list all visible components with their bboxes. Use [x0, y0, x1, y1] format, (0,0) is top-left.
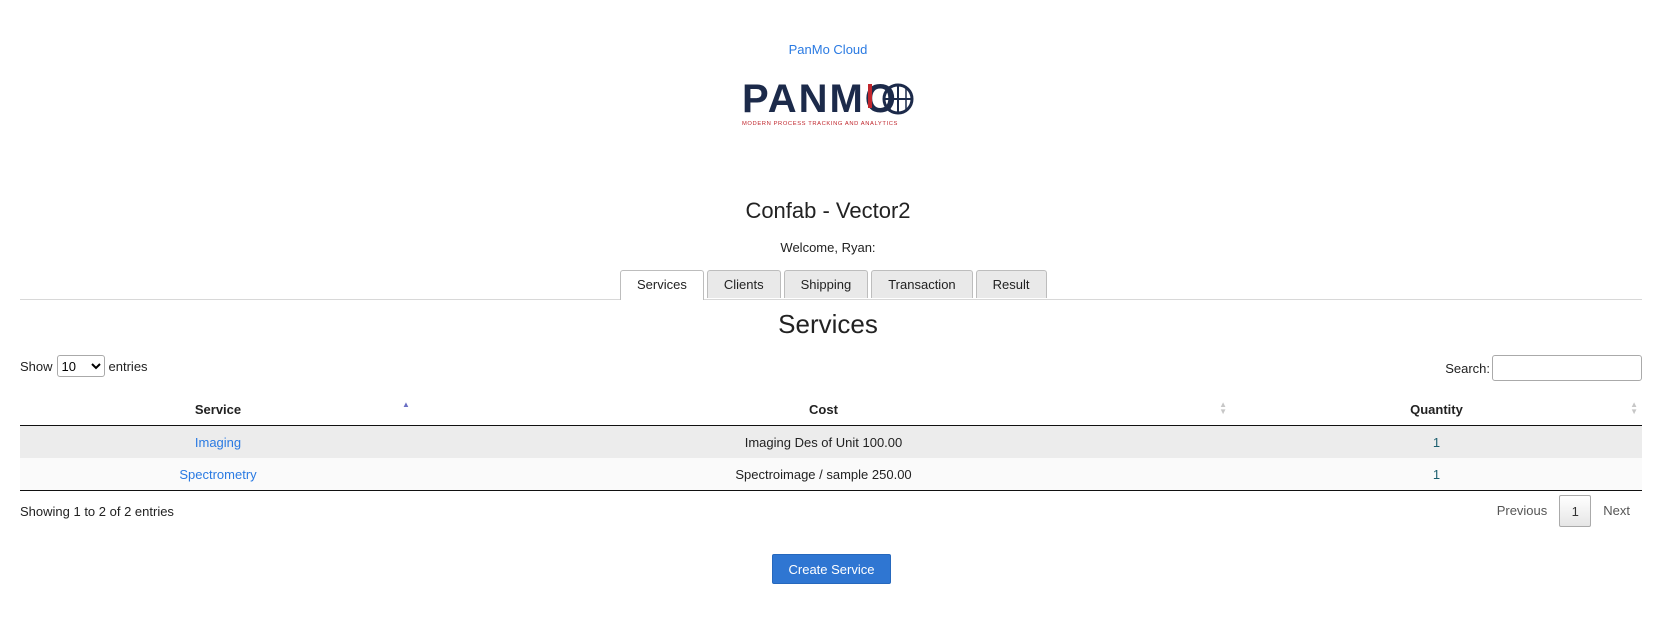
table-row: Spectrometry Spectroimage / sample 250.0…	[20, 458, 1642, 491]
search-input[interactable]	[1492, 355, 1642, 381]
service-link[interactable]: Spectrometry	[179, 467, 256, 482]
quantity-cell: 1	[1231, 458, 1642, 491]
tab-services[interactable]: Services	[620, 270, 704, 300]
column-header-service[interactable]: Service ▲	[20, 393, 416, 426]
page: PanMo Cloud PANMO MODERN PROCESS TRACKIN…	[0, 0, 1656, 636]
sort-both-icon: ▲ ▼	[1219, 400, 1227, 416]
table-row: Imaging Imaging Des of Unit 100.00 1	[20, 425, 1642, 458]
sort-asc-icon: ▲	[402, 400, 410, 409]
pagination: Previous 1 Next	[1485, 495, 1642, 527]
page-button[interactable]: 1	[1559, 495, 1592, 527]
column-label-service: Service	[194, 401, 242, 417]
table-info: Showing 1 to 2 of 2 entries	[20, 504, 174, 519]
section-title: Services	[778, 309, 878, 339]
panmo-logo: PANMO MODERN PROCESS TRACKING AND ANALYT…	[740, 74, 920, 130]
logo-tagline: MODERN PROCESS TRACKING AND ANALYTICS	[742, 121, 898, 127]
logo-text: PANMO	[742, 77, 898, 121]
next-button[interactable]: Next	[1591, 495, 1642, 527]
entries-select[interactable]: 10	[56, 355, 105, 377]
tab-transaction[interactable]: Transaction	[871, 270, 973, 298]
search-label: Search:	[1445, 360, 1490, 376]
services-table: Service ▲ Cost ▲ ▼ Quantity ▲ ▼ Imaging Im…	[20, 393, 1642, 491]
create-service-button[interactable]: Create Service	[772, 554, 891, 584]
tab-bar: Services Clients Shipping Transaction Re…	[20, 270, 1642, 300]
quantity-cell: 1	[1231, 425, 1642, 458]
welcome-message: Welcome, Ryan:	[780, 240, 876, 255]
tab-shipping[interactable]: Shipping	[783, 270, 869, 298]
column-header-cost[interactable]: Cost ▲ ▼	[416, 393, 1231, 426]
sort-both-icon: ▲ ▼	[1630, 400, 1638, 416]
tab-result[interactable]: Result	[975, 270, 1047, 298]
column-header-quantity[interactable]: Quantity ▲ ▼	[1231, 393, 1642, 426]
cost-cell: Spectroimage / sample 250.00	[416, 458, 1231, 491]
search-control: Search:	[1445, 355, 1642, 381]
show-label: Show	[20, 358, 53, 374]
service-link[interactable]: Imaging	[195, 435, 241, 450]
app-title: Confab - Vector2	[745, 198, 911, 223]
cost-cell: Imaging Des of Unit 100.00	[416, 425, 1231, 458]
column-label-cost: Cost	[809, 401, 838, 417]
brand-link[interactable]: PanMo Cloud	[0, 42, 1656, 57]
tab-clients[interactable]: Clients	[706, 270, 781, 298]
entries-length-control: Show 10 entries	[20, 355, 148, 377]
entries-label: entries	[108, 358, 148, 374]
previous-button[interactable]: Previous	[1485, 495, 1560, 527]
column-label-quantity: Quantity	[1410, 401, 1463, 417]
